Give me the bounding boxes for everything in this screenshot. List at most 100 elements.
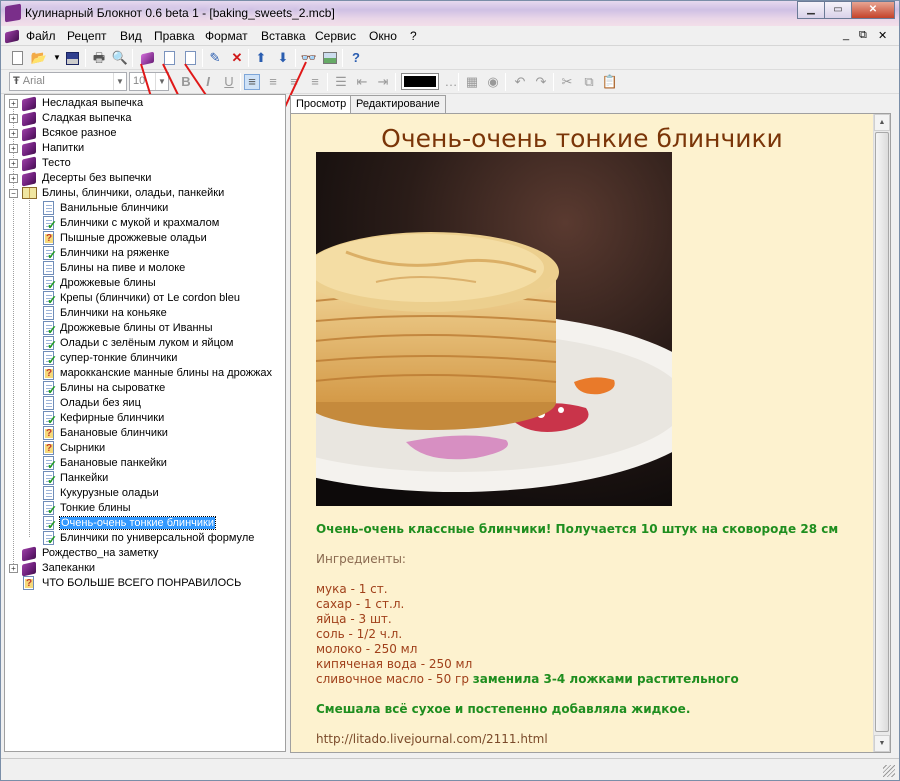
tree-recipe[interactable]: Кукурузные оладьи xyxy=(5,486,285,501)
expand-icon[interactable]: + xyxy=(9,99,18,108)
scroll-down-icon[interactable]: ▼ xyxy=(874,735,890,752)
delete-icon[interactable]: ✕ xyxy=(229,50,245,66)
tree-recipe[interactable]: Дрожжевые блины от Иванны xyxy=(5,321,285,337)
tree-category[interactable]: Рождество_на заметку xyxy=(5,546,285,562)
tree-recipe[interactable]: Оладьи с зелёным луком и яйцом xyxy=(5,336,285,352)
checked-document-icon xyxy=(43,276,57,292)
recipe-tree[interactable]: + Несладкая выпечка + Сладкая выпечка + … xyxy=(4,94,286,752)
tree-category-expanded[interactable]: − Блины, блинчики, оладьи, панкейки xyxy=(5,186,285,201)
insert-image-icon[interactable] xyxy=(322,50,338,66)
menu-insert[interactable]: Вставка xyxy=(261,29,306,43)
cut-icon[interactable]: ✂ xyxy=(559,74,575,90)
expand-icon[interactable]: + xyxy=(9,159,18,168)
align-left-icon[interactable]: ≡ xyxy=(244,74,260,90)
tree-recipe[interactable]: Блины на пиве и молоке xyxy=(5,261,285,276)
outdent-icon[interactable]: ⇤ xyxy=(354,74,370,90)
align-justify-icon[interactable]: ≡ xyxy=(307,74,323,90)
text-color-picker[interactable] xyxy=(401,73,439,90)
tree-recipe[interactable]: Банановые панкейки xyxy=(5,456,285,472)
minimize-button[interactable]: ▁ xyxy=(797,1,825,19)
open-dropdown-icon[interactable]: ▼ xyxy=(49,50,65,66)
font-select[interactable]: Ŧ Arial ▼ xyxy=(9,72,127,91)
tree-recipe-selected[interactable]: Очень-очень тонкие блинчики xyxy=(5,516,285,532)
tree-recipe[interactable]: Блинчики на ряженке xyxy=(5,246,285,262)
scroll-up-icon[interactable]: ▲ xyxy=(874,114,890,131)
book-icon xyxy=(22,126,36,142)
tree-category[interactable]: + Десерты без выпечки xyxy=(5,171,285,187)
underline-button[interactable]: U xyxy=(221,74,237,90)
more-colors-icon[interactable]: … xyxy=(443,74,459,90)
source-link[interactable]: http://litado.livejournal.com/2111.html xyxy=(316,732,548,746)
expand-icon[interactable]: + xyxy=(9,114,18,123)
help-icon[interactable]: ? xyxy=(348,50,364,66)
maximize-button[interactable]: ▭ xyxy=(824,1,852,19)
tree-recipe-label: Блины на пиве и молоке xyxy=(60,262,186,274)
tree-recipe[interactable]: Крепы (блинчики) от Le cordon bleu xyxy=(5,291,285,307)
menu-format[interactable]: Формат xyxy=(205,29,248,43)
save-icon[interactable] xyxy=(64,50,80,66)
tree-recipe[interactable]: Сырники xyxy=(5,441,285,456)
expand-icon[interactable]: + xyxy=(9,564,18,573)
tree-category[interactable]: + Тесто xyxy=(5,156,285,172)
print-icon[interactable]: 🖶 xyxy=(91,50,107,66)
tree-recipe[interactable]: Блинчики по универсальной формуле xyxy=(5,531,285,547)
tree-category[interactable]: + Запеканки xyxy=(5,561,285,577)
menu-view[interactable]: Вид xyxy=(120,29,142,43)
tree-category[interactable]: + Всякое разное xyxy=(5,126,285,142)
tree-category[interactable]: + Несладкая выпечка xyxy=(5,96,285,112)
tree-recipe[interactable]: Блинчики с мукой и крахмалом xyxy=(5,216,285,232)
redo-icon[interactable]: ↷ xyxy=(533,74,549,90)
insert-table-icon[interactable]: ▦ xyxy=(464,74,480,90)
menu-edit[interactable]: Правка xyxy=(154,29,195,43)
tab-preview[interactable]: Просмотр xyxy=(290,95,353,114)
paste-icon[interactable]: 📋 xyxy=(602,74,618,90)
tree-recipe[interactable]: Дрожжевые блины xyxy=(5,276,285,292)
insert-object-icon[interactable]: ◉ xyxy=(485,74,501,90)
open-folder-icon[interactable]: 📂 xyxy=(31,50,47,66)
move-down-icon[interactable]: ⬇ xyxy=(275,50,291,66)
viewer-scrollbar[interactable]: ▲ ▼ xyxy=(873,114,890,752)
expand-icon[interactable]: + xyxy=(9,144,18,153)
undo-icon[interactable]: ↶ xyxy=(512,74,528,90)
mdi-restore-button[interactable]: ⧉ xyxy=(859,29,867,42)
tree-recipe[interactable]: Оладьи без яиц xyxy=(5,396,285,411)
tab-edit[interactable]: Редактирование xyxy=(350,95,446,113)
tree-recipe[interactable]: марокканские манные блины на дрожжах xyxy=(5,366,285,381)
mdi-minimize-button[interactable]: _ xyxy=(843,29,849,41)
tree-recipe[interactable]: ЧТО БОЛЬШЕ ВСЕГО ПОНРАВИЛОСЬ xyxy=(5,576,285,591)
tree-recipe[interactable]: Панкейки xyxy=(5,471,285,487)
align-center-icon[interactable]: ≡ xyxy=(265,74,281,90)
collapse-icon[interactable]: − xyxy=(9,189,18,198)
tree-category[interactable]: + Сладкая выпечка xyxy=(5,111,285,127)
tree-category[interactable]: + Напитки xyxy=(5,141,285,157)
tree-recipe[interactable]: Банановые блинчики xyxy=(5,426,285,441)
menu-service[interactable]: Сервис xyxy=(315,29,356,43)
tree-recipe[interactable]: Блинчики на коньяке xyxy=(5,306,285,321)
close-button[interactable]: ✕ xyxy=(851,1,895,19)
print-preview-icon[interactable]: 🔍 xyxy=(112,50,128,66)
tree-recipe[interactable]: Пышные дрожжевые оладьи xyxy=(5,231,285,246)
menu-help[interactable]: ? xyxy=(410,29,417,43)
tree-recipe-label: Блинчики на коньяке xyxy=(60,307,167,319)
menu-recipe[interactable]: Рецепт xyxy=(67,29,107,43)
expand-icon[interactable]: + xyxy=(9,129,18,138)
edit-recipe-icon[interactable]: ✎ xyxy=(207,50,223,66)
tree-recipe[interactable]: Ванильные блинчики xyxy=(5,201,285,216)
ingredient-item: соль - 1/2 ч.л. xyxy=(316,627,403,641)
mdi-close-button[interactable]: ✕ xyxy=(878,29,887,42)
new-file-icon[interactable] xyxy=(9,50,25,66)
resize-grip-icon[interactable] xyxy=(883,765,895,777)
document-book-icon[interactable] xyxy=(4,28,20,44)
menu-window[interactable]: Окно xyxy=(369,29,397,43)
tree-recipe[interactable]: супер-тонкие блинчики xyxy=(5,351,285,367)
copy-icon[interactable]: ⧉ xyxy=(581,74,597,90)
tree-recipe[interactable]: Тонкие блины xyxy=(5,501,285,517)
tree-recipe[interactable]: Кефирные блинчики xyxy=(5,411,285,427)
indent-icon[interactable]: ⇥ xyxy=(375,74,391,90)
scroll-thumb[interactable] xyxy=(875,132,889,732)
menu-file[interactable]: Файл xyxy=(26,29,56,43)
expand-icon[interactable]: + xyxy=(9,174,18,183)
bullet-list-icon[interactable]: ☰ xyxy=(333,74,349,90)
tree-recipe[interactable]: Блины на сыроватке xyxy=(5,381,285,397)
move-up-icon[interactable]: ⬆ xyxy=(253,50,269,66)
